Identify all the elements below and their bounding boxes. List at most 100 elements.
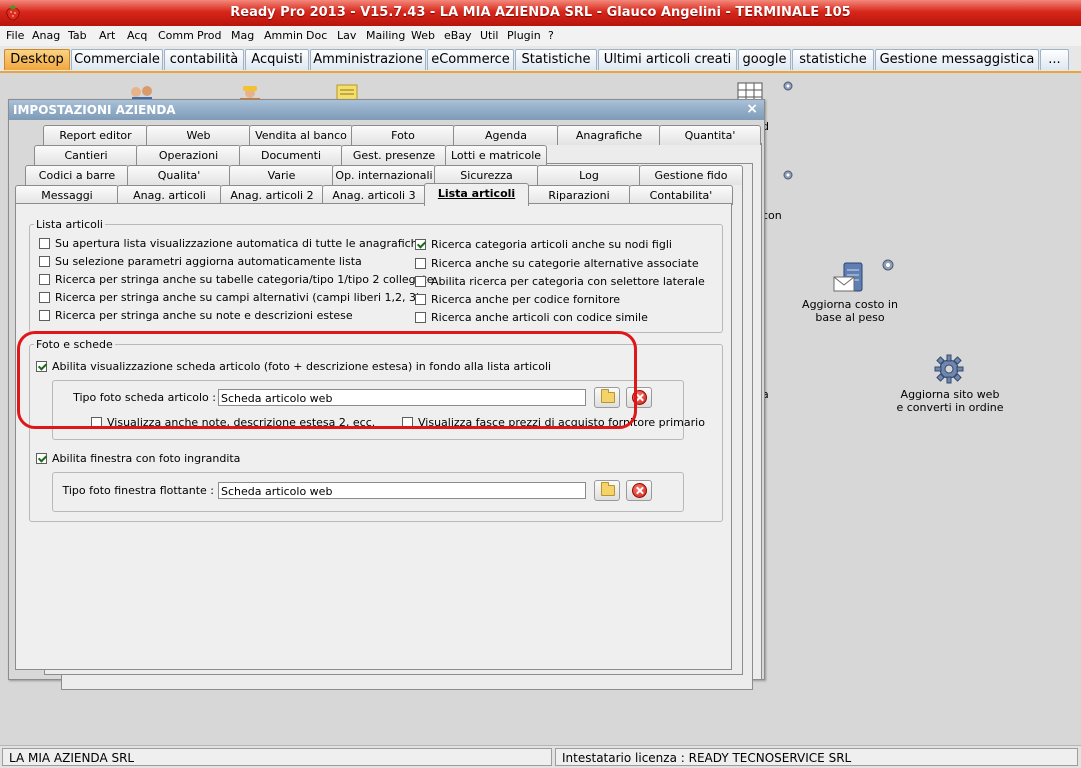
server-mail-icon[interactable]	[830, 261, 870, 297]
tab-web[interactable]: Web	[146, 125, 251, 145]
tab-log[interactable]: Log	[537, 165, 641, 185]
tab-google[interactable]: google	[738, 49, 791, 70]
tab-anag-articoli[interactable]: Anag. articoli	[117, 185, 222, 205]
menu-mag[interactable]: Mag	[231, 29, 254, 42]
tab-varie[interactable]: Varie	[229, 165, 334, 185]
tab-acquisti[interactable]: Acquisti	[245, 49, 309, 70]
menu-web[interactable]: Web	[411, 29, 435, 42]
tab-operazioni[interactable]: Operazioni	[136, 145, 241, 165]
checkbox[interactable]	[39, 256, 50, 267]
checkbox[interactable]	[402, 417, 413, 428]
option-label: Ricerca anche articoli con codice simile	[431, 311, 648, 324]
status-company: LA MIA AZIENDA SRL	[2, 748, 552, 766]
tab-sicurezza[interactable]: Sicurezza	[434, 165, 539, 185]
tipo-foto-finestra-label: Tipo foto finestra flottante :	[62, 484, 214, 497]
menu-file[interactable]: File	[6, 29, 24, 42]
delete-icon	[632, 390, 647, 405]
folder-icon	[601, 482, 615, 496]
menu-lav[interactable]: Lav	[337, 29, 356, 42]
tipo-foto-scheda-label: Tipo foto scheda articolo :	[73, 391, 216, 404]
menu-ebay[interactable]: eBay	[444, 29, 472, 42]
tipo-foto-finestra-field[interactable]: Scheda articolo web	[218, 482, 586, 499]
delete-icon	[632, 483, 647, 498]
menu-help[interactable]: ?	[548, 29, 554, 42]
checkbox-checked[interactable]	[36, 361, 47, 372]
menu-mailing[interactable]: Mailing	[366, 29, 405, 42]
foto-schede-group-label: Foto e schede	[34, 338, 115, 351]
menu-doc[interactable]: Doc	[306, 29, 327, 42]
checkbox[interactable]	[91, 417, 102, 428]
checkbox-checked[interactable]	[415, 239, 426, 250]
menu-plugin[interactable]: Plugin	[507, 29, 541, 42]
gear-icon[interactable]	[932, 352, 966, 386]
checkbox[interactable]	[415, 258, 426, 269]
folder-icon	[601, 389, 615, 403]
menu-bar: File Anag Tab Art Acq Comm Prod Mag Ammi…	[0, 26, 1081, 47]
tab-cantieri[interactable]: Cantieri	[34, 145, 138, 165]
tab-gestione-messaggistica[interactable]: Gestione messaggistica	[875, 49, 1039, 70]
aggiorna-costo-label[interactable]: Aggiorna costo in base al peso	[795, 298, 905, 324]
tab-qualita[interactable]: Qualita'	[127, 165, 231, 185]
tab-ecommerce[interactable]: eCommerce	[427, 49, 514, 70]
tab-statistiche-2[interactable]: statistiche	[792, 49, 874, 70]
option-label: Ricerca categoria articoli anche su nodi…	[431, 238, 672, 251]
checkbox[interactable]	[39, 274, 50, 285]
tab-anagrafiche[interactable]: Anagrafiche	[557, 125, 661, 145]
tab-contabilita-tab[interactable]: Contabilita'	[629, 185, 733, 205]
checkbox[interactable]	[415, 312, 426, 323]
status-license: Intestatario licenza : READY TECNOSERVIC…	[555, 748, 1078, 766]
tab-codici-a-barre[interactable]: Codici a barre	[25, 165, 129, 185]
browse-scheda-button[interactable]	[594, 387, 620, 408]
checkbox-checked[interactable]	[36, 453, 47, 464]
tab-more[interactable]: ...	[1040, 49, 1069, 70]
checkbox[interactable]	[39, 292, 50, 303]
tab-anag-articoli-3[interactable]: Anag. articoli 3	[322, 185, 426, 205]
tab-ultimi-articoli-creati[interactable]: Ultimi articoli creati	[598, 49, 737, 70]
tab-statistiche[interactable]: Statistiche	[515, 49, 597, 70]
menu-prod[interactable]: Prod	[197, 29, 221, 42]
tab-op-internazionali[interactable]: Op. internazionali	[332, 165, 436, 185]
option-label: Ricerca anche su categorie alternative a…	[431, 257, 699, 270]
tab-lista-articoli-label: Lista articoli	[437, 187, 516, 200]
menu-tab[interactable]: Tab	[68, 29, 87, 42]
tab-riparazioni[interactable]: Riparazioni	[527, 185, 631, 205]
lista-articoli-page: Lista articoli Su apertura lista visuali…	[15, 203, 732, 670]
tab-foto[interactable]: Foto	[351, 125, 455, 145]
menu-util[interactable]: Util	[480, 29, 498, 42]
clear-scheda-button[interactable]	[626, 387, 652, 408]
small-gear-icon-3[interactable]	[879, 256, 897, 274]
tab-desktop[interactable]: Desktop	[4, 49, 70, 70]
tab-agenda[interactable]: Agenda	[453, 125, 559, 145]
menu-art[interactable]: Art	[99, 29, 115, 42]
small-gear-icon-2[interactable]	[781, 168, 795, 182]
close-icon[interactable]: ×	[746, 99, 758, 120]
checkbox[interactable]	[415, 276, 426, 287]
checkbox[interactable]	[415, 294, 426, 305]
tipo-foto-scheda-field[interactable]: Scheda articolo web	[218, 389, 586, 406]
tab-messaggi[interactable]: Messaggi	[15, 185, 119, 205]
tab-lista-articoli[interactable]: Lista articoli	[424, 183, 529, 206]
browse-finestra-button[interactable]	[594, 480, 620, 501]
tab-gestione-fido[interactable]: Gestione fido	[639, 165, 743, 185]
tab-contabilita[interactable]: contabilità	[164, 49, 244, 70]
option-label: Visualizza anche note, descrizione estes…	[107, 416, 376, 429]
tab-gest-presenze[interactable]: Gest. presenze	[341, 145, 447, 165]
tab-vendita-al-banco[interactable]: Vendita al banco	[249, 125, 353, 145]
tab-lotti-e-matricole[interactable]: Lotti e matricole	[445, 145, 547, 165]
menu-ammin[interactable]: Ammin	[264, 29, 303, 42]
tab-amministrazione[interactable]: Amministrazione	[310, 49, 426, 70]
checkbox[interactable]	[39, 238, 50, 249]
menu-comm[interactable]: Comm	[158, 29, 194, 42]
tab-quantita[interactable]: Quantita'	[659, 125, 761, 145]
checkbox[interactable]	[39, 310, 50, 321]
tab-documenti[interactable]: Documenti	[239, 145, 343, 165]
tab-report-editor[interactable]: Report editor	[43, 125, 148, 145]
menu-acq[interactable]: Acq	[127, 29, 147, 42]
tab-anag-articoli-2[interactable]: Anag. articoli 2	[220, 185, 324, 205]
clear-finestra-button[interactable]	[626, 480, 652, 501]
small-gear-icon[interactable]	[781, 79, 795, 93]
aggiorna-costo-line1: Aggiorna costo in	[802, 298, 898, 311]
menu-anag[interactable]: Anag	[32, 29, 60, 42]
tab-commerciale[interactable]: Commerciale	[71, 49, 163, 70]
aggiorna-sito-label[interactable]: Aggiorna sito web e converti in ordine	[890, 388, 1010, 414]
